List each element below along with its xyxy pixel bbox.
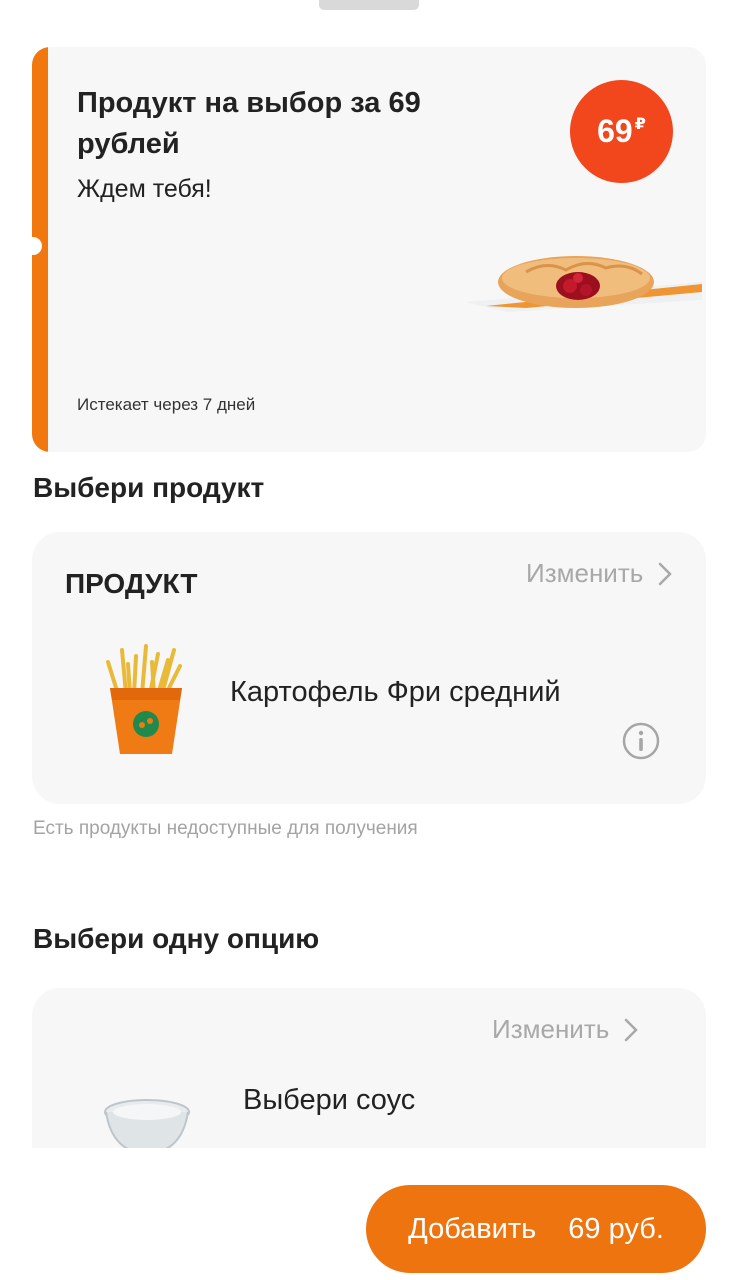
price-badge: 69 ₽ — [570, 80, 673, 183]
product-name: Картофель Фри средний — [230, 676, 561, 708]
option-card[interactable]: Изменить Выбери соус — [32, 988, 706, 1148]
cherry-pie-image — [466, 256, 702, 312]
product-card[interactable]: ПРОДУКТ Изменить Картофель Фри средний — [32, 532, 706, 804]
change-option-link[interactable]: Изменить — [492, 1014, 639, 1045]
add-to-cart-button[interactable]: Добавить 69 руб. — [366, 1185, 706, 1273]
chevron-right-icon — [659, 562, 673, 585]
sauce-bowl-image — [104, 1099, 190, 1148]
add-button-label: Добавить — [408, 1212, 537, 1245]
info-icon[interactable] — [622, 722, 660, 760]
promo-title: Продукт на выбор за 69 рублей — [77, 87, 421, 160]
choose-option-heading: Выбери одну опцию — [33, 923, 320, 954]
french-fries-image — [106, 644, 182, 754]
change-product-link[interactable]: Изменить — [526, 558, 673, 589]
change-option-label: Изменить — [492, 1014, 610, 1044]
choose-product-heading: Выбери продукт — [33, 472, 265, 503]
change-product-label: Изменить — [526, 558, 644, 588]
add-button-price: 69 руб. — [568, 1212, 664, 1245]
price-badge-value: 69 — [597, 113, 633, 149]
promo-card: Продукт на выбор за 69 рублей Ждем тебя!… — [32, 47, 706, 452]
price-badge-currency: ₽ — [634, 115, 646, 133]
promo-expiry: Истекает через 7 дней — [77, 395, 256, 414]
unavailable-products-hint: Есть продукты недоступные для получения — [33, 818, 418, 839]
product-card-label: ПРОДУКТ — [65, 568, 198, 599]
chevron-right-icon — [625, 1018, 639, 1041]
sheet-grabber[interactable] — [319, 0, 419, 10]
option-name: Выбери соус — [243, 1084, 416, 1116]
promo-subtitle: Ждем тебя! — [77, 175, 212, 203]
